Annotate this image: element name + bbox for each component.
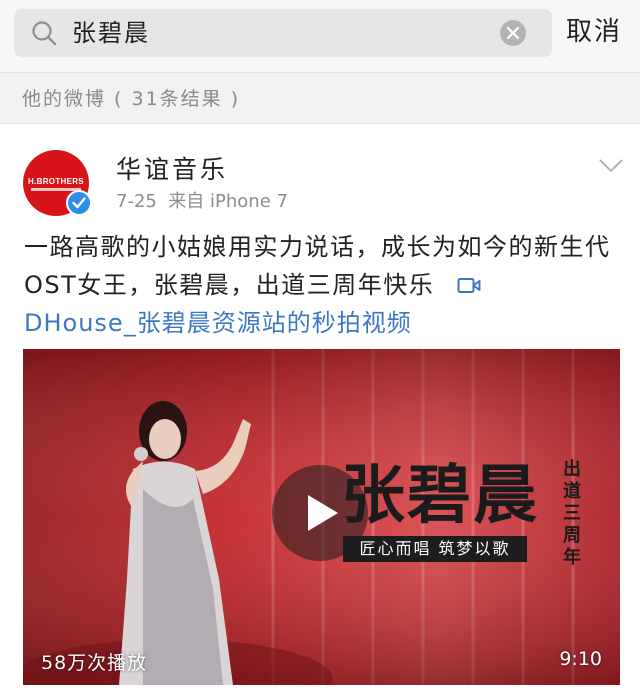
post-meta: 7-25 来自 iPhone 7 [116,190,288,214]
video-subtitle-banner: 匠心而唱 筑梦以歌 [343,536,527,562]
video-camera-icon [457,278,481,293]
search-query[interactable]: 张碧晨 [72,18,150,48]
section-header: 他的微博 ( 31条结果 ) [0,73,640,124]
post-text: 一路高歌的小姑娘用实力说话，成长为如今的新生代OST女王，张碧晨，出道三周年快乐 [24,233,611,299]
post-card[interactable]: H.BROTHERS 华谊音乐 7-25 来自 iPhone 7 一路高歌的小姑… [0,124,640,691]
poster-name[interactable]: 华谊音乐 [116,154,228,186]
search-input[interactable]: 张碧晨 [14,9,552,57]
view-count: 58万次播放 [41,652,148,674]
post-source: 来自 iPhone 7 [168,191,288,212]
section-title: 他的微博 ( 31条结果 ) [22,88,241,110]
post-body: 一路高歌的小姑娘用实力说话，成长为如今的新生代OST女王，张碧晨，出道三周年快乐… [24,228,616,342]
chevron-down-icon[interactable] [598,158,624,174]
video-duration: 9:10 [559,648,602,670]
clear-icon[interactable] [500,20,526,46]
play-button[interactable] [272,465,368,561]
verified-icon [66,190,92,216]
post-video-link[interactable]: DHouse_张碧晨资源站的秒拍视频 [24,304,616,342]
avatar-brand-text: H.BROTHERS [28,177,84,186]
search-bar: 张碧晨 取消 [0,0,640,73]
video-title: 张碧晨 [341,458,539,533]
post-date: 7-25 [116,191,157,212]
search-icon [32,21,57,46]
video-subtitle: 匠心而唱 筑梦以歌 [359,539,511,558]
video-thumbnail[interactable]: 张碧晨 匠心而唱 筑梦以歌 出道三周年 58万次播放 9:10 [23,349,620,685]
play-icon [308,495,338,531]
cancel-button[interactable]: 取消 [566,15,622,49]
video-side-text: 出道三周年 [563,459,581,568]
